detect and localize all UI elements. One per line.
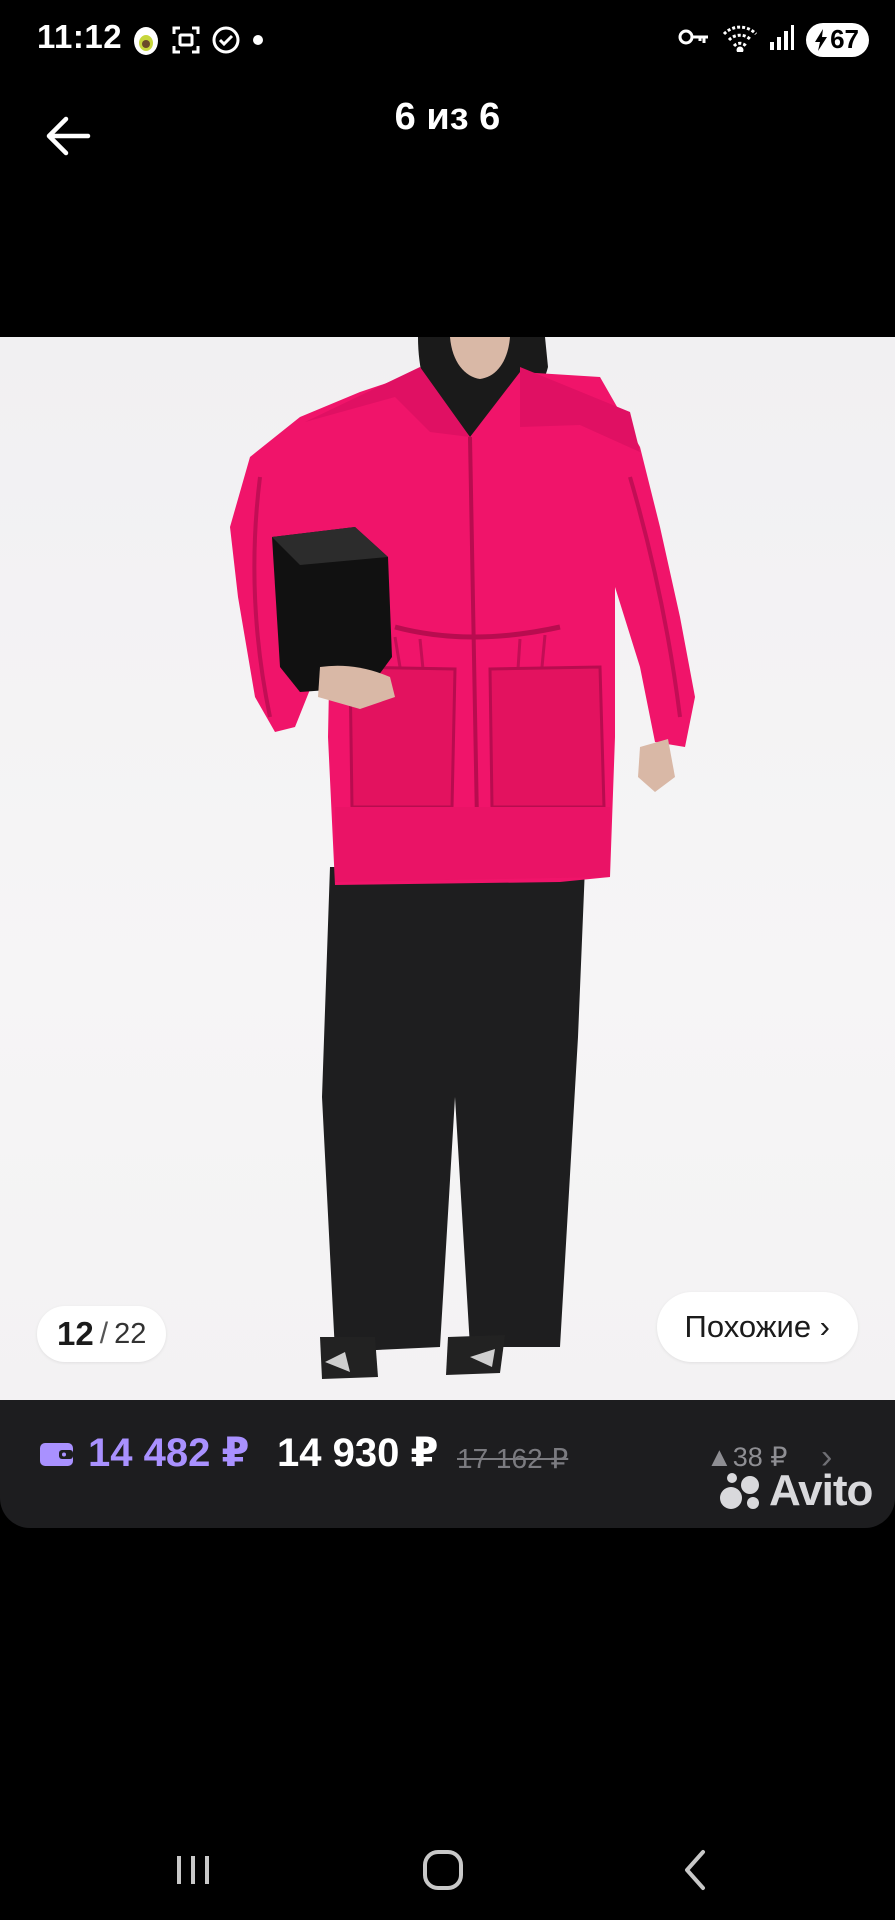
back-nav-button[interactable] (665, 1840, 725, 1900)
header: 6 из 6 (0, 80, 895, 190)
wallet-price: 14 482 ₽ (88, 1431, 250, 1475)
status-bar: 11:12 67 (0, 0, 895, 80)
product-image (230, 337, 695, 1379)
page-title: 6 из 6 (394, 96, 501, 138)
similar-button-label: Похожие › (684, 1309, 830, 1344)
status-icons-right: 67 (678, 22, 869, 57)
back-chevron-icon (685, 1850, 705, 1890)
home-button[interactable] (413, 1840, 473, 1900)
navigation-bar (0, 1820, 895, 1920)
charging-bolt-icon (815, 28, 828, 51)
photo-counter-total: 22 (114, 1317, 147, 1350)
price-bar[interactable]: 14 482 ₽ 14 930 ₽ 17 162 ₽ ▲38 ₽ › Avito (0, 1400, 895, 1528)
avito-logo-icon (720, 1473, 759, 1509)
photo-counter: 12 / 22 (37, 1306, 167, 1362)
recent-apps-icon (177, 1856, 209, 1884)
notification-dot-icon (251, 33, 265, 52)
old-price: 17 162 ₽ (457, 1443, 569, 1474)
photo-counter-separator: / (99, 1317, 109, 1350)
recent-apps-button[interactable] (163, 1840, 223, 1900)
photo-counter-current: 12 (57, 1315, 94, 1352)
price: 14 930 ₽ (277, 1431, 439, 1475)
avito-logo-text: Avito (769, 1466, 873, 1515)
avocado-icon (131, 24, 161, 61)
home-icon (423, 1850, 463, 1890)
signal-icon (770, 24, 795, 55)
status-icons-left (131, 24, 265, 61)
screenshot-icon (171, 25, 201, 60)
vpn-key-icon (678, 27, 710, 52)
product-photo[interactable]: 12 / 22 Похожие › (0, 337, 895, 1400)
battery-indicator: 67 (806, 22, 869, 57)
battery-level: 67 (830, 24, 859, 54)
check-circle-icon (211, 25, 241, 60)
wallet-icon (39, 1440, 75, 1473)
avito-watermark: Avito (719, 1466, 873, 1516)
wifi-icon (722, 22, 758, 57)
similar-button[interactable]: Похожие › (656, 1292, 858, 1362)
status-time: 11:12 (37, 18, 123, 55)
